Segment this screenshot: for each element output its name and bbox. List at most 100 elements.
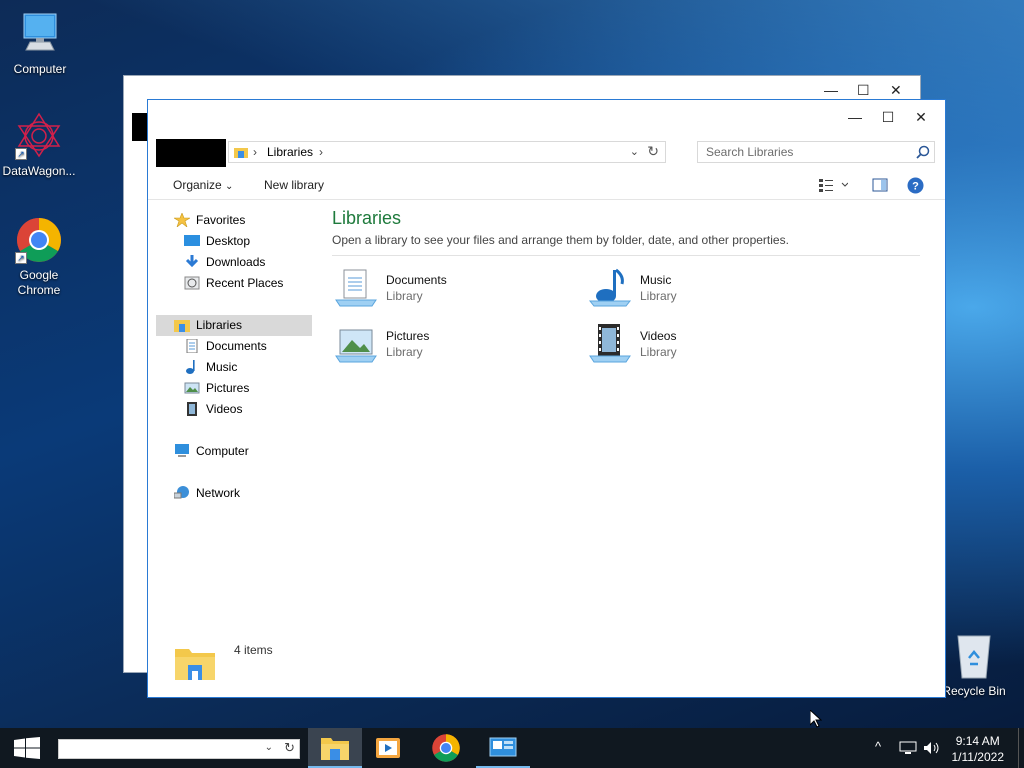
nav-item-computer[interactable]: Computer [174,441,249,462]
nav-item-documents[interactable]: Documents [184,336,267,357]
search-placeholder: Search Libraries [706,145,794,159]
close-button[interactable]: ✕ [906,106,936,128]
details-pane: 4 items [148,631,945,697]
page-title: Libraries [332,208,402,228]
nav-item-network[interactable]: Network [174,483,240,504]
desktop-icon-label: Google Chrome [17,268,61,297]
nav-item-videos[interactable]: Videos [184,399,242,420]
nav-label: Computer [196,444,249,458]
desktop-icon-label: DataWagon... [2,164,76,178]
nav-label: Libraries [196,318,243,332]
film-icon [187,402,197,416]
breadcrumb-libraries[interactable]: Libraries [267,145,313,159]
clock-date: 1/11/2022 [951,750,1005,764]
desktop-icon-datawagon[interactable]: ↗ DataWagon... [0,112,79,178]
library-name: Music [640,273,672,287]
help-icon[interactable]: ? [907,177,924,197]
library-kind: Library [386,289,423,303]
recent-places-icon [184,276,200,290]
desktop-icon-recycle-bin[interactable]: Recycle Bin [934,632,1014,698]
chrome-icon [432,734,460,762]
show-desktop-button[interactable] [1018,728,1024,768]
nav-item-libraries[interactable]: Libraries [174,315,242,336]
refresh-icon[interactable]: ↻ [284,740,295,756]
nav-item-recent-places[interactable]: Recent Places [184,273,283,294]
address-row: › Libraries › ⌄ ↻ Search Libraries [156,139,936,167]
recycle-bin-icon [950,632,998,680]
divider [332,255,920,256]
new-library-button[interactable]: New library [264,178,324,192]
nav-item-music[interactable]: Music [184,357,237,378]
datawagon-icon: ↗ [15,112,63,160]
nav-label: Music [206,360,238,374]
documents-library-icon [335,269,377,307]
taskbar-app-file-explorer[interactable] [308,728,362,768]
content-pane: Libraries Open a library to see your fil… [332,208,922,363]
minimize-button[interactable]: — [840,106,870,128]
windows-logo-icon [14,737,40,759]
libraries-folder-icon [175,649,215,680]
explorer-window[interactable]: — ☐ ✕ › Libraries › ⌄ ↻ Search Libraries… [147,99,946,698]
show-hidden-icons-chevron-up-icon[interactable]: ^ [875,739,881,754]
shortcut-arrow-icon: ↗ [15,252,27,264]
star-icon [174,213,190,227]
computer-icon [175,444,189,457]
remote-desktop-icon [489,737,517,757]
taskbar-app-chrome[interactable] [420,728,474,768]
title-bar[interactable]: — ☐ ✕ [148,100,945,134]
nav-label: Favorites [196,213,246,227]
organize-button[interactable]: Organize ⌄ [173,178,233,192]
preview-pane-icon[interactable] [872,177,888,196]
navigation-buttons-redacted [156,139,226,167]
taskbar-app-remote-desktop[interactable] [476,728,530,768]
library-tile-videos[interactable]: Videos Library [586,324,836,372]
system-clock[interactable]: 9:14 AM 1/11/2022 [952,733,1005,765]
nav-label: Videos [206,402,243,416]
close-icon[interactable]: ✕ [890,82,902,99]
library-tile-pictures[interactable]: Pictures Library [332,324,582,372]
taskbar-app-media-player[interactable] [362,728,416,768]
refresh-icon[interactable]: ↻ [647,143,659,160]
library-kind: Library [386,345,423,359]
libraries-icon [234,148,248,158]
mouse-cursor-icon [810,710,822,728]
search-icon[interactable] [916,145,930,159]
network-icon [174,486,189,499]
music-library-icon [588,268,632,307]
desktop-icon [184,235,200,246]
chevron-down-icon: ⌄ [225,181,234,192]
page-subtitle: Open a library to see your files and arr… [332,233,789,247]
maximize-button[interactable]: ☐ [873,106,903,128]
chevron-right-icon[interactable]: › [319,145,323,159]
minimize-icon[interactable]: — [824,82,838,98]
maximize-icon[interactable]: ☐ [857,82,870,99]
chrome-icon: ↗ [15,216,63,264]
library-tile-documents[interactable]: Documents Library [332,268,582,316]
desktop-icon-chrome[interactable]: ↗ Google Chrome [0,216,79,298]
chevron-down-icon[interactable]: ⌄ [630,145,639,158]
chevron-right-icon[interactable]: › [253,145,257,159]
library-name: Pictures [386,329,430,343]
library-tile-music[interactable]: Music Library [586,268,836,316]
nav-label: Desktop [206,234,251,248]
download-arrow-icon [185,255,199,268]
desktop-icon-computer[interactable]: Computer [0,10,80,76]
network-tray-icon[interactable] [899,741,917,755]
search-input[interactable]: Search Libraries [697,141,935,163]
library-name: Documents [386,273,447,287]
nav-label: Documents [206,339,267,353]
start-button[interactable] [0,728,54,768]
nav-item-downloads[interactable]: Downloads [184,252,265,273]
shortcut-arrow-icon: ↗ [15,148,27,160]
videos-library-icon [589,324,631,363]
picture-icon [184,382,200,394]
nav-item-favorites[interactable]: Favorites [174,210,245,231]
view-options-icon[interactable] [818,177,849,196]
nav-item-desktop[interactable]: Desktop [184,231,250,252]
volume-tray-icon[interactable] [923,741,941,755]
chevron-down-icon[interactable]: ⌄ [265,742,273,753]
nav-item-pictures[interactable]: Pictures [184,378,249,399]
taskbar-search-input[interactable]: ⌄ ↻ [58,739,300,759]
music-note-icon [186,360,195,374]
address-bar[interactable]: › Libraries › ⌄ ↻ [228,141,666,163]
